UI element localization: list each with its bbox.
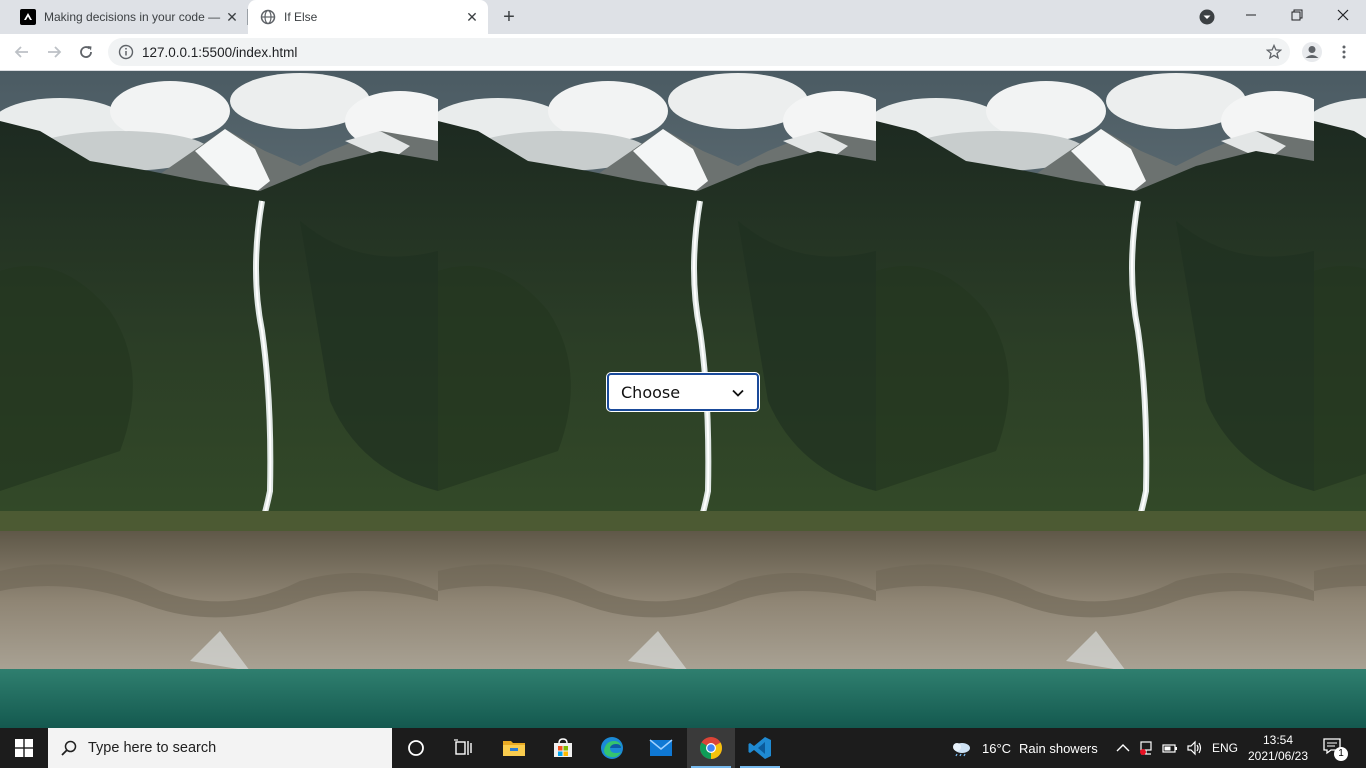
url-text[interactable]: 127.0.0.1:5500/index.html: [142, 45, 297, 60]
mail-icon: [649, 739, 673, 756]
clock-time: 13:54: [1262, 733, 1294, 747]
bookmark-star-icon[interactable]: [1266, 44, 1282, 60]
minimize-icon: [1246, 14, 1256, 16]
avatar-icon: [1302, 42, 1322, 62]
tab-title: Making decisions in your code —: [44, 10, 221, 24]
address-bar[interactable]: 127.0.0.1:5500/index.html: [108, 38, 1290, 66]
tab-close-icon[interactable]: ✕: [462, 7, 482, 27]
chevron-up-icon[interactable]: [1114, 739, 1132, 757]
mail-button[interactable]: [637, 728, 685, 768]
microsoft-store-icon: [554, 738, 572, 757]
minimize-button[interactable]: [1228, 0, 1274, 30]
restore-button[interactable]: [1274, 0, 1320, 30]
close-window-button[interactable]: [1320, 0, 1366, 30]
task-view-button[interactable]: [440, 728, 488, 768]
page-viewport: Choose: [0, 71, 1366, 728]
back-button[interactable]: [8, 38, 36, 66]
info-icon[interactable]: [118, 44, 134, 60]
file-explorer-icon: [503, 741, 525, 756]
menu-button[interactable]: [1330, 38, 1358, 66]
vscode-icon: [748, 737, 771, 759]
taskbar: Type here to search 16°C Rain showers EN: [0, 728, 1366, 768]
arrow-right-icon: [48, 46, 62, 58]
chrome-button[interactable]: [687, 728, 735, 768]
arrow-left-icon: [14, 46, 28, 58]
browser-toolbar: 127.0.0.1:5500/index.html: [0, 34, 1366, 71]
reload-icon: [80, 46, 92, 58]
microsoft-store-button[interactable]: [539, 728, 587, 768]
action-center-button[interactable]: 1: [1322, 736, 1348, 761]
tab-close-icon[interactable]: ✕: [222, 7, 242, 27]
background-image-tile: [1314, 71, 1366, 728]
restore-icon: [1291, 9, 1303, 21]
weather-condition[interactable]: Rain showers: [1019, 728, 1098, 768]
tab-making-decisions[interactable]: Making decisions in your code — ✕: [8, 0, 248, 34]
select-value: Choose: [621, 382, 681, 402]
cortana-icon: [408, 740, 424, 756]
choice-select[interactable]: Choose: [607, 373, 759, 411]
globe-icon: [260, 9, 276, 25]
kebab-menu-icon: [1342, 45, 1346, 59]
clock[interactable]: 13:54 2021/06/23: [1234, 732, 1322, 764]
clock-date: 2021/06/23: [1247, 749, 1309, 763]
task-view-icon: [454, 739, 472, 755]
background-image-tile: [876, 71, 1314, 728]
search-icon: [61, 740, 77, 756]
close-icon: [1337, 9, 1349, 21]
tab-if-else[interactable]: If Else ✕: [248, 0, 488, 34]
taskbar-search[interactable]: Type here to search: [48, 728, 392, 768]
forward-button[interactable]: [40, 38, 68, 66]
new-tab-button[interactable]: +: [496, 4, 522, 30]
background-image-tile: [0, 71, 438, 728]
search-placeholder: Type here to search: [88, 740, 217, 756]
tab-search-icon[interactable]: [1198, 8, 1216, 26]
start-button[interactable]: [0, 728, 48, 768]
windows-logo-icon: [15, 739, 33, 757]
edge-icon: [601, 737, 623, 759]
battery-icon[interactable]: [1161, 739, 1179, 757]
chrome-icon: [700, 737, 722, 759]
reload-button[interactable]: [72, 38, 100, 66]
network-status-icon[interactable]: [1137, 739, 1155, 757]
tab-strip: Making decisions in your code — ✕ If Els…: [0, 0, 1366, 34]
chevron-down-icon: [732, 389, 744, 397]
volume-icon[interactable]: [1186, 739, 1204, 757]
tab-title: If Else: [284, 10, 318, 24]
mdn-logo-icon: [20, 9, 36, 25]
weather-temp[interactable]: 16°C: [982, 728, 1011, 768]
edge-button[interactable]: [588, 728, 636, 768]
file-explorer-button[interactable]: [490, 728, 538, 768]
vscode-button[interactable]: [736, 728, 784, 768]
notification-badge: 1: [1334, 747, 1348, 761]
cortana-button[interactable]: [392, 728, 440, 768]
profile-button[interactable]: [1298, 38, 1326, 66]
weather-cloud-rain-icon[interactable]: [950, 739, 972, 757]
